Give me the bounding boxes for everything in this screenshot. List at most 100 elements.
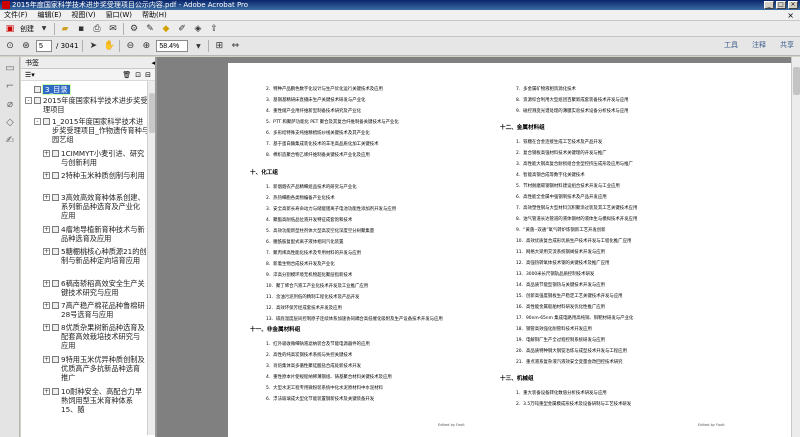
comment-bubble-icon[interactable]: ◆ [160, 23, 172, 35]
select-arrow-icon[interactable]: ➤ [87, 40, 99, 52]
bookmark-item[interactable]: + 6稿南轿稻高效安全生产关键技术研究与应用 [43, 279, 147, 297]
bookmark-item[interactable]: + 3高效高效育种体系创建、系列新品种选育及产业化应用 [43, 193, 147, 220]
bookmark-item[interactable]: 3_目录 [34, 84, 149, 95]
text-line: 5．节材耐磨碳钢钢材料建设组合技术开发与工业应用 [516, 184, 620, 189]
next-page-icon[interactable]: ⊛ [20, 40, 32, 52]
fit-page-icon[interactable]: ⊞ [213, 40, 225, 52]
expand-icon[interactable]: + [43, 356, 50, 363]
chevron-down-icon[interactable]: ▼ [192, 40, 204, 52]
text-line: 7．聚丙烯高性能化技术及专用材料的开发与应用 [266, 251, 361, 256]
save-icon[interactable]: ▪ [75, 23, 87, 35]
bookmark-item[interactable]: - 2015年度国家科学技术进步奖受理项目 [25, 96, 149, 114]
section-heading: 十三、机械组 [500, 376, 534, 382]
open-folder-icon[interactable]: ▰ [59, 23, 71, 35]
expand-icon[interactable]: + [43, 280, 50, 287]
expand-icon[interactable]: + [43, 226, 50, 233]
scroll-thumb[interactable] [793, 67, 800, 95]
zoom-in-icon[interactable]: ⊕ [140, 40, 152, 52]
menu-edit[interactable]: 编辑(E) [38, 10, 62, 20]
bookmark-item[interactable]: + 9特用玉米优异种质创制及优质高产多抗新品种选育推广 [43, 355, 147, 382]
text-line: 2．复合钢板高强材料技术关键理的开发与推广 [516, 151, 607, 156]
text-line: 7．基于蛋白酶集成装化技术的羊毛高品质化加工关键技术 [266, 142, 379, 147]
bookmarks-icon[interactable]: ⌐ [3, 79, 17, 93]
signatures-icon[interactable]: ✍ [3, 133, 17, 147]
pages-icon[interactable]: ▭ [3, 61, 17, 75]
collapse-icon[interactable]: - [25, 97, 32, 104]
create-button[interactable]: 创建 [20, 24, 34, 34]
edit-icon[interactable]: ✎ [144, 23, 156, 35]
page-footer: Edited by Foxit [438, 423, 465, 427]
bookmark-icon [52, 388, 59, 395]
menu-help[interactable]: 帮助(H) [142, 10, 167, 20]
email-icon[interactable]: ✉ [107, 23, 119, 35]
expand-icon[interactable]: + [43, 324, 50, 331]
navigation-toolbar: ⊙ ⊛ / 3041 ➤ ✋ ⊖ ⊕ ▼ ⊞ ⇔ 工具 注释 共享 [0, 37, 800, 56]
create-icon: ▣ [5, 23, 15, 34]
tab-share[interactable]: 共享 [780, 40, 794, 50]
text-line: 20．高品质特种钢大钢锭冶炼与成型技术开发与工程应用 [516, 349, 627, 354]
tab-tools[interactable]: 工具 [724, 40, 738, 50]
window-title: 2015年度国家科学技术进步奖受理项目公示内容.pdf - Adobe Acro… [12, 1, 249, 9]
bookmark-item[interactable]: + 1CIMMYT小麦引进、研究与创新利用 [43, 149, 147, 167]
gear-icon[interactable]: ⚙ [128, 23, 140, 35]
bookmark-item[interactable]: + 7高产稳产棉花品种鲁棉研28号选育与应用 [43, 301, 147, 319]
expand-icon[interactable]: + [43, 388, 50, 395]
document-scrollbar[interactable] [791, 57, 800, 437]
fit-width-icon[interactable]: ⇔ [229, 40, 241, 52]
text-line: 21．重点液系复杂液汽液效安全变量会改回控技术研究 [516, 360, 623, 365]
options-icon[interactable]: ☰▾ [25, 71, 35, 79]
previous-page-icon[interactable]: ⊙ [4, 40, 16, 52]
close-window-button[interactable]: × [788, 1, 798, 9]
new-bookmark-icon[interactable]: ⊡ [135, 71, 141, 79]
print-icon[interactable]: ⎙ [91, 23, 103, 35]
maximize-button[interactable]: □ [776, 1, 786, 9]
text-line: 6．腰酰胺复配式离子液体相同汽化装置 [266, 240, 344, 245]
window-controls: _ □ × [764, 1, 798, 9]
hand-tool-icon[interactable]: ✋ [103, 40, 115, 52]
text-line: 15．创新高强度钢板生产稳定工艺关键技术开发与应用 [516, 294, 623, 299]
delete-bookmark-icon[interactable]: 🗑 [122, 71, 131, 79]
panel-scrollbar[interactable] [147, 81, 155, 435]
navigation-rail: ▭ ⌐ ⌀ ◇ ✍ [0, 57, 20, 437]
highlight-icon[interactable]: ✐ [176, 23, 188, 35]
expand-icon[interactable]: + [43, 150, 50, 157]
menu-window[interactable]: 窗口(W) [106, 10, 132, 20]
zoom-out-icon[interactable]: ⊖ [124, 40, 136, 52]
text-line: 4．重性原本片使规程纳稀薄钢组、铸基聚合材料关键技术及应用 [266, 375, 392, 380]
page-number-input[interactable] [36, 40, 52, 52]
text-line: 4．聚酯高耐低品位液开发特征成套饱和技术 [266, 218, 353, 223]
task-tabs: 工具 注释 共享 [724, 40, 794, 50]
bookmark-item[interactable]: + 10耐种安全、高配合力早熟饲用型玉米育种体系15、随 [43, 387, 147, 414]
expand-icon[interactable]: + [43, 248, 50, 255]
menu-view[interactable]: 视图(V) [71, 10, 95, 20]
text-line: 11．含油污泥剂低的精制工程化技术及产品开发 [266, 295, 360, 300]
text-line: 19．电解铜厂生产全过程控制系统研发与应用 [516, 338, 606, 343]
document-view[interactable]: 2．特种产品鹏色数字化设计与生产优化运行关键技术及应用 3．基钢基精研床直播床生… [157, 57, 800, 437]
tab-comment[interactable]: 注释 [752, 40, 766, 50]
collapse-panel-icon[interactable]: ◂ [151, 57, 155, 68]
bookmark-item[interactable]: + 5糖棚桃核心种质源21的创制与新品种定向培育应用 [43, 247, 147, 265]
stamp-icon[interactable]: ◈ [192, 23, 204, 35]
chevron-down-icon[interactable]: ▼ [38, 23, 50, 35]
text-line: 9．磁控溅变光谱处理的薄膜实验技术设备分析技术与应用 [516, 109, 629, 114]
bookmark-item[interactable]: + 4瘤地导植新育种技术与新品种选育及应用 [43, 225, 147, 243]
menu-file[interactable]: 文件(F) [4, 10, 28, 20]
bookmark-item[interactable]: - 1_2015年度国家科学技术进步奖受理项目_作物遗传育种与园艺组 [34, 117, 150, 144]
close-document-icon[interactable]: × [787, 10, 794, 21]
zoom-input[interactable] [156, 40, 189, 52]
bookmark-icon [52, 226, 59, 233]
minimize-button[interactable]: _ [764, 1, 774, 9]
acrobat-app-icon [2, 1, 10, 9]
expand-icon[interactable]: + [43, 194, 50, 201]
bookmark-item[interactable]: + 8优质杂果树新品种选育及配套高效栽培技术研究与应用 [43, 323, 147, 350]
collapse-icon[interactable]: - [34, 118, 41, 125]
scroll-thumb[interactable] [149, 93, 155, 133]
share-icon[interactable]: ⇪ [208, 23, 220, 35]
expand-icon[interactable]: + [43, 302, 50, 309]
expand-icon[interactable]: + [43, 172, 50, 179]
layers-icon[interactable]: ◇ [3, 115, 17, 129]
attachments-icon[interactable]: ⌀ [3, 97, 17, 111]
text-line: 12．高强热转氧体技术钢的关键技术及推广应用 [516, 261, 610, 266]
expand-bookmark-icon[interactable]: ⊟ [145, 71, 151, 79]
bookmark-item[interactable]: + 2特种玉米种质创制与利用 [43, 171, 147, 180]
